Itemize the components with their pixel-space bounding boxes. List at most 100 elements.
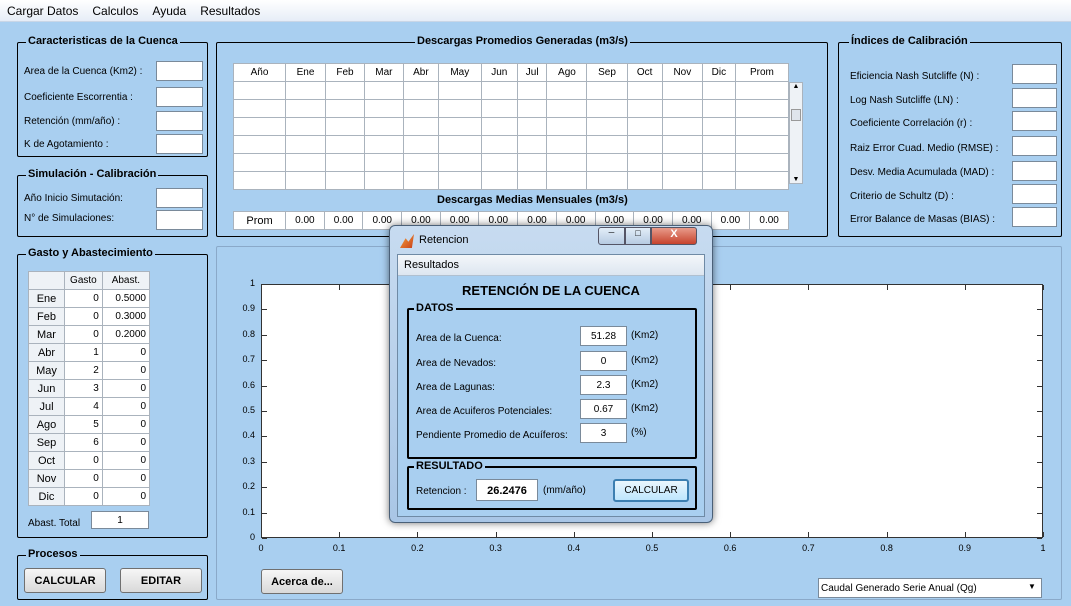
dialog-calcular-button[interactable]: CALCULAR (613, 479, 689, 502)
gasto-value[interactable]: 5 (64, 415, 103, 434)
bias-input[interactable] (1012, 207, 1057, 227)
retencion-dialog: Retencion ─ □ X Resultados RETENCIÓN DE … (389, 225, 713, 523)
abast-value[interactable]: 0.3000 (101, 307, 151, 326)
acerca-button[interactable]: Acerca de... (261, 569, 343, 594)
abast-value[interactable]: 0 (101, 415, 151, 434)
abast-total-label: Abast. Total (28, 518, 81, 529)
scroll-thumb[interactable] (791, 109, 801, 121)
editar-button[interactable]: EDITAR (120, 568, 202, 593)
correlacion-input[interactable] (1012, 111, 1057, 131)
d-lagunas-unit: (Km2) (631, 379, 659, 390)
cuenca-title: Caracteristicas de la Cuenca (26, 35, 180, 47)
dialog-heading: RETENCIÓN DE LA CUENCA (462, 283, 640, 298)
menu-calculos[interactable]: Calculos (85, 4, 145, 18)
menu-resultados[interactable]: Resultados (193, 4, 267, 18)
gasto-month: Jun (28, 379, 65, 398)
ret-unit: (mm/año) (543, 485, 586, 496)
y-tick-label: 0.6 (242, 379, 255, 390)
gasto-value[interactable]: 0 (64, 451, 103, 470)
abast-value[interactable]: 0 (101, 469, 151, 488)
abast-value[interactable]: 0.5000 (101, 289, 151, 308)
abast-total-input[interactable]: 1 (91, 511, 149, 529)
retencion-input[interactable] (156, 111, 203, 131)
chevron-down-icon[interactable]: ▼ (1023, 579, 1041, 597)
col-prom: Prom (734, 63, 790, 82)
d-nevados-input[interactable]: 0 (580, 351, 627, 371)
descargas-table: Año Ene Feb Mar Abr May Jun Jul Ago Sep … (233, 63, 790, 190)
maximize-button[interactable]: □ (625, 227, 651, 245)
gasto-month: Sep (28, 433, 65, 452)
x-tick-mark (495, 532, 497, 537)
abast-value[interactable]: 0 (101, 361, 151, 380)
menu-ayuda[interactable]: Ayuda (145, 4, 193, 18)
gasto-value[interactable]: 0 (64, 289, 103, 308)
prom-label: Prom (233, 211, 286, 230)
gasto-row: Dic 0 0 (28, 487, 151, 506)
minimize-button[interactable]: ─ (598, 227, 625, 245)
gasto-value[interactable]: 0 (64, 487, 103, 506)
close-button[interactable]: X (651, 227, 697, 245)
log-nash-input[interactable] (1012, 88, 1057, 108)
x-tick-label: 0.6 (723, 543, 737, 553)
y-tick-mark (1037, 360, 1042, 362)
y-tick-mark (1037, 309, 1042, 311)
y-tick-label: 0.3 (242, 455, 255, 466)
anio-inicio-input[interactable] (156, 188, 203, 208)
gasto-month: Oct (28, 451, 65, 470)
gasto-value[interactable]: 0 (64, 469, 103, 488)
scroll-down-icon[interactable]: ▼ (790, 176, 802, 183)
area-cuenca-input[interactable] (156, 61, 203, 81)
scroll-up-icon[interactable]: ▲ (790, 83, 802, 90)
d-nevados-label: Area de Nevados: (416, 358, 497, 369)
gasto-value[interactable]: 1 (64, 343, 103, 362)
rmse-input[interactable] (1012, 136, 1057, 156)
d-acuiferos-input[interactable]: 0.67 (580, 399, 627, 419)
gasto-value[interactable]: 0 (64, 307, 103, 326)
gasto-value[interactable]: 6 (64, 433, 103, 452)
y-tick-mark (262, 284, 267, 285)
schultz-input[interactable] (1012, 184, 1057, 204)
d-area-cuenca-input[interactable]: 51.28 (580, 326, 627, 346)
abast-value[interactable]: 0 (101, 379, 151, 398)
ret-label: Retencion : (416, 486, 467, 497)
y-tick-mark (262, 334, 267, 336)
abast-value[interactable]: 0.2000 (101, 325, 151, 344)
chart-type-select[interactable]: Caudal Generado Serie Anual (Qg) ▼ (818, 578, 1042, 598)
d-acuiferos-unit: (Km2) (631, 403, 659, 414)
gasto-value[interactable]: 3 (64, 379, 103, 398)
dialog-client: Resultados RETENCIÓN DE LA CUENCA DATOS … (397, 254, 705, 517)
d-lagunas-input[interactable]: 2.3 (580, 375, 627, 395)
gasto-value[interactable]: 4 (64, 397, 103, 416)
y-tick-mark (1037, 487, 1042, 489)
procesos-title: Procesos (26, 548, 80, 560)
x-tick-label: 0.1 (332, 543, 346, 553)
gasto-row: Ago 5 0 (28, 415, 151, 434)
nash-input[interactable] (1012, 64, 1057, 84)
calcular-button[interactable]: CALCULAR (24, 568, 106, 593)
k-agotamiento-label: K de Agotamiento : (24, 139, 109, 150)
d-pendiente-input[interactable]: 3 (580, 423, 627, 443)
d-pendiente-unit: (%) (631, 427, 647, 438)
abast-value[interactable]: 0 (101, 397, 151, 416)
dialog-title: Retencion (419, 234, 469, 246)
abast-value[interactable]: 0 (101, 343, 151, 362)
x-tick-mark (886, 532, 888, 537)
y-tick-label: 0.5 (242, 405, 255, 415)
y-tick-mark (262, 487, 267, 489)
abast-total-value: 1 (117, 515, 123, 526)
gasto-value[interactable]: 0 (64, 325, 103, 344)
k-agotamiento-input[interactable] (156, 134, 203, 154)
y-tick-mark (262, 461, 267, 463)
num-simulaciones-input[interactable] (156, 210, 203, 230)
mad-input[interactable] (1012, 161, 1057, 181)
coef-escorrentia-input[interactable] (156, 87, 203, 107)
menu-cargar-datos[interactable]: Cargar Datos (0, 4, 85, 18)
gasto-panel: Gasto y Abastecimiento Gasto Abast. Ene 0… (17, 247, 208, 538)
dialog-menu-resultados[interactable]: Resultados (404, 259, 459, 271)
abast-value[interactable]: 0 (101, 451, 151, 470)
abast-value[interactable]: 0 (101, 487, 151, 506)
abast-value[interactable]: 0 (101, 433, 151, 452)
descargas-scrollbar[interactable]: ▲ ▼ (789, 82, 803, 184)
gasto-value[interactable]: 2 (64, 361, 103, 380)
correlacion-label: Coeficiente Correlación (r) : (850, 118, 973, 129)
